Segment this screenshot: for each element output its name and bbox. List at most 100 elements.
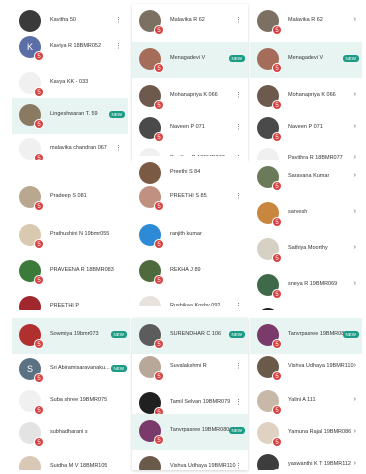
more-options-icon[interactable]: ⋮ — [235, 362, 242, 370]
contact-row[interactable]: 5 Tanvrpasree 19BMR080 NEW — [250, 318, 362, 354]
more-options-icon[interactable]: ⋮ — [115, 144, 122, 152]
contact-row[interactable]: 5 Menagadevi V NEW — [250, 42, 362, 78]
more-options-icon[interactable]: ⋮ — [235, 302, 242, 306]
chevron-right-icon[interactable]: › — [354, 172, 356, 179]
unread-badge: 5 — [34, 201, 44, 211]
new-tag: NEW — [228, 427, 245, 434]
contact-row[interactable]: 5 Suba shree 19BMR075 — [12, 384, 130, 420]
contact-row[interactable]: 5Rushikaa Koshy 092⋮ — [132, 290, 248, 306]
unread-badge: 5 — [34, 119, 44, 129]
contact-name: Malavika R 62 — [170, 17, 205, 23]
unread-badge: 5 — [154, 239, 164, 249]
contact-avatar — [139, 456, 161, 470]
unread-badge: 5 — [154, 435, 164, 445]
contact-row[interactable]: 5 sarvesh › — [250, 196, 362, 232]
contact-row[interactable]: 5 Yamuna Rajal 19BMR086 › — [250, 416, 362, 452]
unread-badge: 5 — [272, 217, 282, 227]
contact-list-panel: 5 Malavika R 62 ⋮ 5 Menagadevi V NEW 5 Mohanapr… — [132, 4, 248, 160]
unread-badge: 5 — [272, 25, 282, 35]
contact-row[interactable]: 5 yaswanthi K T 19BMR112› — [250, 448, 362, 470]
contact-avatar — [19, 296, 41, 310]
contact-row[interactable]: 5 Kavya KK - 033 — [12, 66, 128, 102]
more-options-icon[interactable]: ⋮ — [235, 192, 242, 200]
unread-badge: 5 — [272, 469, 282, 470]
contact-row[interactable]: 5 Pradeep S 081 — [12, 180, 128, 216]
more-options-icon[interactable]: ⋮ — [235, 123, 242, 131]
unread-badge: 5 — [34, 373, 44, 383]
unread-badge: 5 — [272, 253, 282, 263]
unread-badge: 5 — [272, 371, 282, 381]
contact-name: Yalini A 111 — [288, 397, 316, 403]
contact-row[interactable]: 5Sowmiya Kanagaraj 19BM...› — [250, 302, 362, 310]
contact-row[interactable]: 5 ranjith kumar — [132, 218, 248, 254]
chevron-right-icon[interactable]: › — [354, 460, 356, 467]
contact-name: Mohanapriya K 066 — [288, 92, 336, 98]
contact-row[interactable]: Vishva Udhaya 19BMR110 ⋮ — [132, 450, 248, 470]
contact-row[interactable]: 5PREETHI P — [12, 290, 128, 310]
contact-name: Malavika R 62 — [288, 17, 323, 23]
unread-badge: 5 — [272, 405, 282, 415]
more-options-icon[interactable]: ⋮ — [235, 398, 242, 406]
contact-row[interactable]: 5 Saravana Kumar › — [250, 160, 362, 196]
contact-row[interactable]: K 5 Kaviya R 18BMR052 ⋮ — [12, 30, 128, 66]
contact-row[interactable]: 5 PREETHI S 85 ⋮ — [132, 180, 248, 216]
contact-row[interactable]: 5 Vishva Udhaya 19BMR110 › — [250, 350, 362, 386]
contact-list-panel: 5 Malavika R 62 › 5 Menagadevi V NEW 5 Mohanapr… — [250, 4, 362, 160]
contact-row[interactable]: 5 Sowmiya 19bmr073 NEW — [12, 318, 130, 354]
chevron-right-icon[interactable]: › — [354, 244, 356, 251]
more-options-icon[interactable]: ⋮ — [115, 42, 122, 50]
contact-avatar — [19, 10, 41, 32]
contact-row[interactable]: 5 Malavika R 62 › — [250, 4, 362, 40]
contact-name: subhadharani s — [50, 429, 88, 435]
contact-name: Tamil Selvan 19BMR079 — [170, 399, 231, 405]
chevron-right-icon[interactable]: › — [354, 362, 356, 369]
contact-row[interactable]: Suidha M V 18BMR105 — [12, 450, 130, 470]
chevron-right-icon[interactable]: › — [354, 280, 356, 287]
unread-badge: 5 — [154, 339, 164, 349]
contact-row[interactable]: 5 Malavika R 62 ⋮ — [132, 4, 248, 40]
contact-row[interactable]: 5 Yalini A 111 › — [250, 384, 362, 420]
contact-avatar — [257, 308, 279, 310]
contact-name: Vishva Udhaya 19BMR110 — [288, 363, 354, 369]
unread-badge: 5 — [34, 51, 44, 61]
chevron-right-icon[interactable]: › — [354, 91, 356, 98]
contact-row[interactable]: 5 Mohanapriya K 066 › — [250, 79, 362, 115]
contact-name: sarvesh — [288, 209, 308, 215]
contact-name: yaswanthi K T 19BMR112 — [288, 461, 351, 467]
chevron-right-icon[interactable]: › — [354, 428, 356, 435]
contact-row[interactable]: 5 Sathiya Moorthy › — [250, 232, 362, 268]
contact-row[interactable]: 5 Lingeshwaran T. 59 NEW — [12, 98, 128, 134]
chevron-right-icon[interactable]: › — [354, 208, 356, 215]
contact-name: malavika chandran 067 — [50, 145, 107, 151]
contact-row[interactable]: 5 PRAVEENA R 18BMR083 — [12, 254, 128, 290]
more-options-icon[interactable]: ⋮ — [235, 462, 242, 470]
contact-row[interactable]: 5 Suvalakshmi R ⋮ — [132, 350, 248, 386]
contact-row[interactable]: 5 subhadharani s — [12, 416, 130, 452]
contact-row[interactable]: S 5 Sri Abiramisaravanaku... NEW — [12, 352, 130, 388]
unread-badge: 5 — [272, 339, 282, 349]
contact-name: Tanvrpasree 19BMR080 — [288, 331, 348, 337]
contact-name: Preethi S 84 — [170, 169, 201, 175]
more-options-icon[interactable]: ⋮ — [235, 91, 242, 99]
more-options-icon[interactable]: ⋮ — [115, 16, 122, 24]
contact-row[interactable]: 5 Menagadevi V NEW — [132, 42, 248, 78]
chevron-right-icon[interactable]: › — [354, 16, 356, 23]
contact-row[interactable]: 5 SURENDHAR C 106 NEW — [132, 318, 248, 354]
contact-row[interactable]: 5 Prathushini N 19bmr055 — [12, 218, 128, 254]
contact-row[interactable]: 5 Tanvrpasree 19BMR080 NEW — [132, 414, 248, 450]
contact-list-panel: Preethi S 84 5 PREETHI S 85 ⋮ 5 ranjith kumar… — [132, 156, 248, 306]
unread-badge: 5 — [272, 181, 282, 191]
contact-name: Sathiya Moorthy — [288, 245, 328, 251]
contact-name: Prathushini N 19bmr055 — [50, 231, 110, 237]
more-options-icon[interactable]: ⋮ — [235, 16, 242, 24]
contact-row[interactable]: 5 REKHA J 89 — [132, 254, 248, 290]
contact-name: Kavitha 50 — [50, 17, 76, 23]
chevron-right-icon[interactable]: › — [354, 123, 356, 130]
unread-badge: 5 — [34, 239, 44, 249]
contact-row[interactable]: 5Pavithra R 18BMR077› — [250, 142, 362, 160]
contact-row[interactable]: 5 Mohanapriya K 066 ⋮ — [132, 79, 248, 115]
contact-row[interactable]: 5 sneya R 19BMR069 › — [250, 268, 362, 304]
chevron-right-icon[interactable]: › — [354, 396, 356, 403]
unread-badge: 5 — [154, 25, 164, 35]
contact-name: REKHA J 89 — [170, 267, 201, 273]
